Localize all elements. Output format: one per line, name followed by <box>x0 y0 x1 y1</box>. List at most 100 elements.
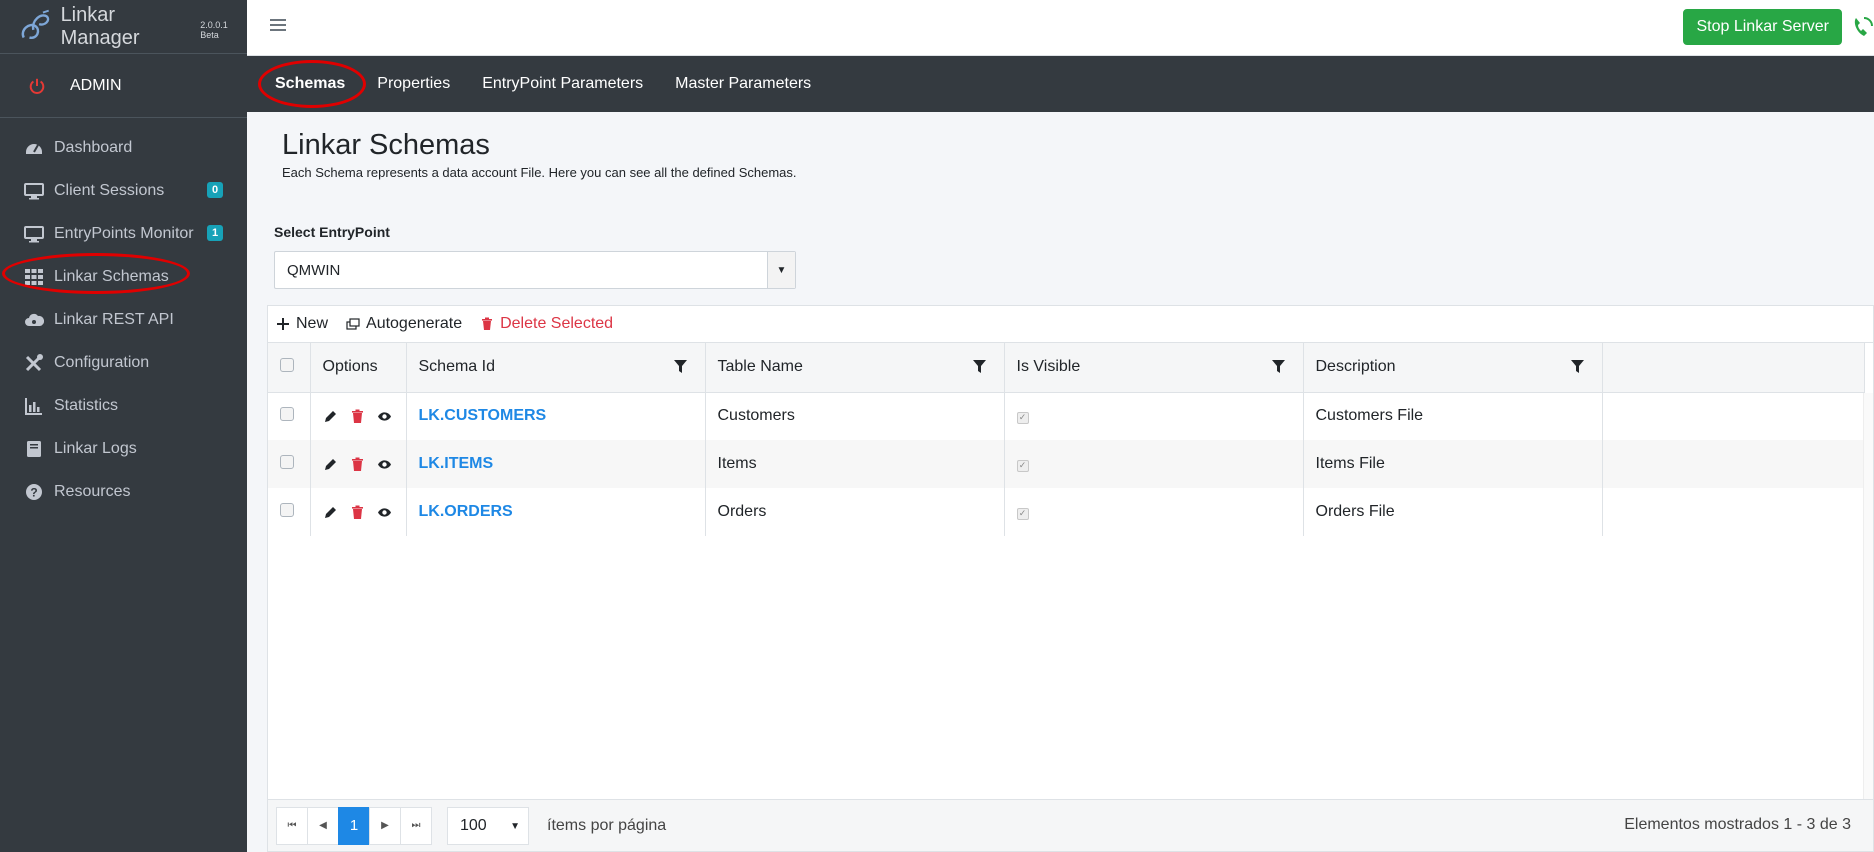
description-cell: Items File <box>1303 440 1603 488</box>
new-button[interactable]: New <box>276 315 328 333</box>
filler-cell <box>1602 488 1865 536</box>
column-header-label: Description <box>1315 358 1396 376</box>
sidebar-item-label: Linkar REST API <box>54 310 174 328</box>
tools-icon <box>25 353 43 371</box>
eye-icon[interactable] <box>377 505 392 520</box>
chevron-down-icon: ▼ <box>510 820 520 832</box>
page-size-select[interactable]: 100 ▼ <box>447 806 529 845</box>
filter-icon[interactable] <box>1570 360 1584 373</box>
filter-icon[interactable] <box>1271 360 1285 373</box>
entrypoint-select[interactable]: QMWIN ▼ <box>274 251 796 289</box>
sidebar-item-label: Configuration <box>54 353 150 371</box>
trash-icon[interactable] <box>350 409 365 424</box>
grid-scrollbar[interactable] <box>1863 393 1873 800</box>
delete-selected-button[interactable]: Delete Selected <box>480 315 613 333</box>
sidebar-item-linkar-rest-api[interactable]: Linkar REST API <box>0 298 247 341</box>
monitor-icon <box>24 225 44 242</box>
schema-id-link[interactable]: LK.CUSTOMERS <box>419 407 547 424</box>
phone-icon[interactable] <box>1850 14 1874 40</box>
last-page-button[interactable]: ⏭ <box>400 806 432 845</box>
row-select-cell <box>268 488 311 536</box>
prev-page-button[interactable]: ◀ <box>307 806 339 845</box>
chevron-down-icon[interactable]: ▼ <box>767 252 795 288</box>
copy-icon <box>346 318 360 330</box>
sidebar-item-statistics[interactable]: Statistics <box>0 384 247 427</box>
eye-icon[interactable] <box>377 409 392 424</box>
grid-icon <box>25 268 43 285</box>
description-cell: Orders File <box>1303 488 1603 536</box>
grid-toolbar: New Autogenerate Delete Selected <box>268 306 1873 343</box>
column-header-table-name[interactable]: Table Name <box>705 343 1005 393</box>
stop-server-button[interactable]: Stop Linkar Server <box>1683 9 1842 45</box>
top-header: Stop Linkar Server <box>247 0 1874 56</box>
autogenerate-label: Autogenerate <box>366 315 463 332</box>
pager: ⏮ ◀ 1 ▶ ⏭ 100 ▼ ítems por página Element… <box>268 799 1873 851</box>
sidebar-item-entrypoints-monitor[interactable]: EntryPoints Monitor 1 <box>0 212 247 255</box>
delete-selected-label: Delete Selected <box>500 315 614 332</box>
linkar-logo-icon <box>21 9 50 39</box>
page-number-button[interactable]: 1 <box>338 806 370 845</box>
autogenerate-button[interactable]: Autogenerate <box>346 315 462 333</box>
column-header-label: Schema Id <box>418 358 495 376</box>
table-name-cell: Orders <box>705 488 1005 536</box>
table-row[interactable]: LK.ITEMS Items ✓ Items File <box>268 440 1865 488</box>
is-visible-cell: ✓ <box>1004 488 1304 536</box>
edit-pencil-icon[interactable] <box>323 409 338 424</box>
book-icon <box>27 440 41 457</box>
filler-cell <box>1602 440 1865 488</box>
edit-pencil-icon[interactable] <box>323 505 338 520</box>
hamburger-menu-icon[interactable] <box>269 16 287 34</box>
schema-id-link[interactable]: LK.ITEMS <box>419 455 494 472</box>
filter-icon[interactable] <box>972 360 986 373</box>
row-checkbox[interactable] <box>280 502 294 517</box>
table-row[interactable]: LK.ORDERS Orders ✓ Orders File <box>268 488 1865 536</box>
sidebar-item-configuration[interactable]: Configuration <box>0 341 247 384</box>
trash-icon[interactable] <box>350 505 365 520</box>
tab-properties[interactable]: Properties <box>361 56 466 112</box>
tab-master-parameters[interactable]: Master Parameters <box>659 56 827 112</box>
svg-text:?: ? <box>30 485 37 499</box>
is-visible-cell: ✓ <box>1004 440 1304 488</box>
sidebar-item-resources[interactable]: ? Resources <box>0 470 247 513</box>
schemas-grid: New Autogenerate Delete Selected Options… <box>267 305 1874 852</box>
column-header-options: Options <box>310 343 407 393</box>
column-header-filler <box>1602 343 1865 393</box>
is-visible-cell: ✓ <box>1004 392 1304 440</box>
eye-icon[interactable] <box>377 457 392 472</box>
table-name-cell: Customers <box>705 392 1005 440</box>
sidebar-item-client-sessions[interactable]: Client Sessions 0 <box>0 169 247 212</box>
sidebar-item-dashboard[interactable]: Dashboard <box>0 126 247 169</box>
filter-icon[interactable] <box>673 360 687 373</box>
edit-pencil-icon[interactable] <box>323 457 338 472</box>
monitor-icon <box>24 182 44 199</box>
trash-icon[interactable] <box>350 457 365 472</box>
description-cell: Customers File <box>1303 392 1603 440</box>
brand-name: Linkar Manager <box>60 3 140 49</box>
row-checkbox[interactable] <box>280 454 294 469</box>
sidebar-item-label: EntryPoints Monitor <box>54 224 194 242</box>
sidebar-item-linkar-logs[interactable]: Linkar Logs <box>0 427 247 470</box>
table-row[interactable]: LK.CUSTOMERS Customers ✓ Customers File <box>268 392 1865 440</box>
power-icon[interactable] <box>28 77 46 95</box>
column-header-is-visible[interactable]: Is Visible <box>1004 343 1304 393</box>
column-header-schema-id[interactable]: Schema Id <box>406 343 706 393</box>
sidebar-item-label: Dashboard <box>54 138 133 156</box>
next-page-button[interactable]: ▶ <box>369 806 401 845</box>
page-size-value: 100 <box>460 816 487 834</box>
row-checkbox[interactable] <box>280 406 294 421</box>
schema-id-link[interactable]: LK.ORDERS <box>419 503 513 520</box>
sidebar-item-label: Resources <box>54 482 131 500</box>
select-all-checkbox[interactable] <box>280 357 294 372</box>
user-name: ADMIN <box>70 76 122 94</box>
entrypoint-value: QMWIN <box>287 262 341 279</box>
row-options-cell <box>310 440 407 488</box>
sidebar-item-linkar-schemas[interactable]: Linkar Schemas <box>0 255 247 298</box>
filler-cell <box>1602 392 1865 440</box>
row-select-cell <box>268 392 311 440</box>
first-page-button[interactable]: ⏮ <box>276 806 308 845</box>
entrypoints-count-badge: 1 <box>207 225 224 241</box>
tab-entrypoint-parameters[interactable]: EntryPoint Parameters <box>466 56 659 112</box>
tab-schemas[interactable]: Schemas <box>259 56 361 112</box>
column-header-description[interactable]: Description <box>1303 343 1603 393</box>
brand[interactable]: Linkar Manager 2.0.0.1 Beta <box>0 0 247 54</box>
